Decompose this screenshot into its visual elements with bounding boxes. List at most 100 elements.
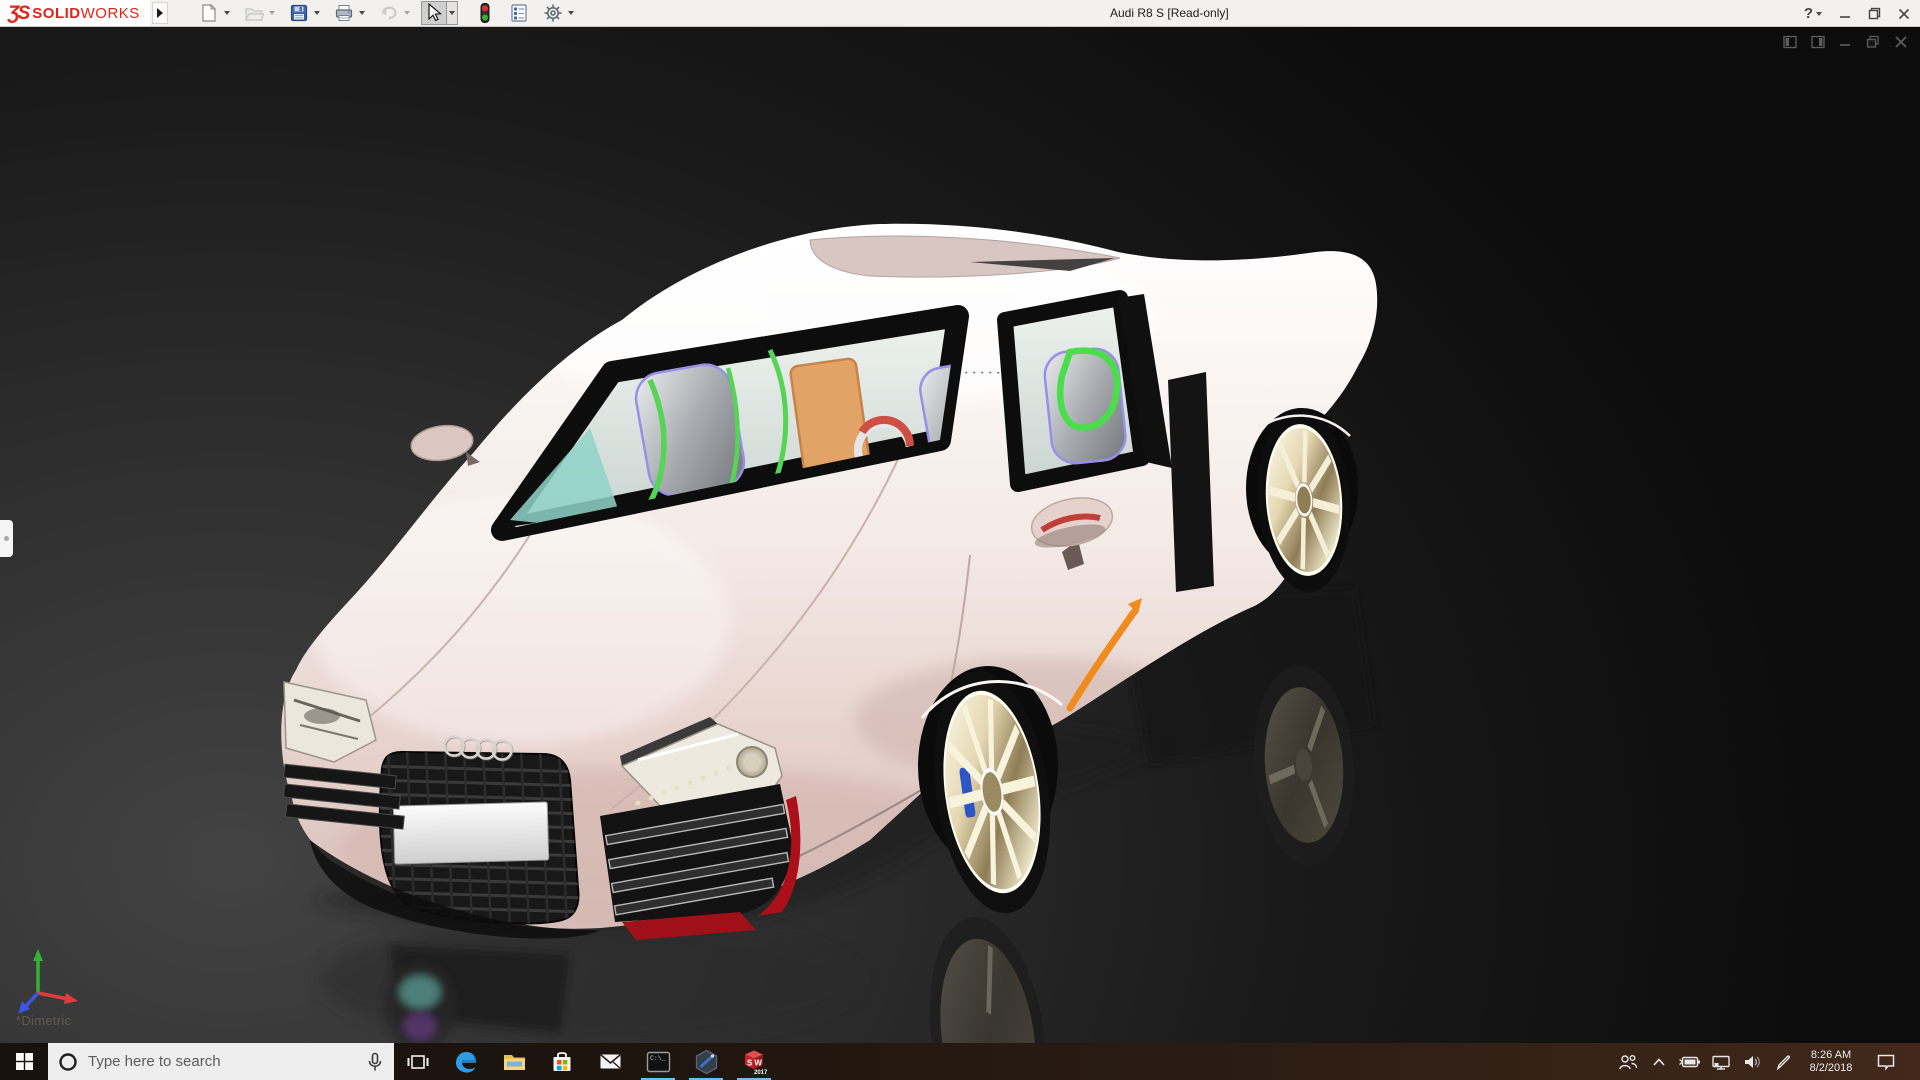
search-placeholder: Type here to search — [88, 1053, 356, 1070]
solidworks-logo-mark: ƷS — [8, 4, 28, 23]
svg-text:2017: 2017 — [754, 1070, 767, 1075]
task-view-icon — [407, 1051, 429, 1073]
print-button[interactable] — [331, 1, 357, 25]
desktop: { "window": { "title": "Audi R8 S [Read-… — [0, 0, 1920, 1080]
minimize-button[interactable] — [1839, 8, 1851, 20]
taskbar-app-mail[interactable] — [586, 1043, 634, 1080]
pane-toggle-right-button[interactable] — [1811, 35, 1826, 49]
triad-x-axis — [64, 993, 78, 1004]
volume-button[interactable] — [1736, 1043, 1767, 1080]
restore-icon — [1868, 7, 1881, 20]
undo-icon — [379, 3, 399, 23]
minimize-icon — [1839, 8, 1851, 20]
graphics-viewport[interactable]: *Dimetric — [0, 27, 1920, 1043]
battery-icon — [1679, 1055, 1701, 1069]
doc-minimize-button[interactable] — [1839, 35, 1853, 49]
svg-text:SW: SW — [747, 1059, 764, 1068]
pen-button[interactable] — [1767, 1043, 1798, 1080]
taskbar-clock[interactable]: 8:26 AM 8/2/2018 — [1798, 1048, 1864, 1075]
taskbar-app-edge[interactable] — [442, 1043, 490, 1080]
action-center-icon — [1876, 1053, 1896, 1071]
orientation-triad — [16, 945, 88, 1017]
close-icon — [1898, 8, 1910, 20]
tray-overflow-button[interactable] — [1643, 1043, 1674, 1080]
windows-logo-icon — [16, 1053, 33, 1070]
feature-manager-collapsed-tab[interactable] — [0, 520, 13, 557]
pen-icon — [1774, 1053, 1792, 1071]
start-button[interactable] — [0, 1043, 48, 1080]
save-button[interactable] — [286, 1, 312, 25]
open-dropdown[interactable] — [267, 1, 278, 25]
mail-icon — [598, 1049, 623, 1074]
help-dropdown-icon — [1816, 12, 1822, 16]
microphone-icon[interactable] — [366, 1052, 384, 1072]
volume-icon — [1743, 1054, 1761, 1070]
doc-restore-button[interactable] — [1866, 35, 1881, 49]
svg-text:C:\_: C:\_ — [650, 1055, 666, 1062]
network-button[interactable] — [1705, 1043, 1736, 1080]
car-render — [270, 200, 1390, 1080]
file-properties-button[interactable] — [506, 1, 532, 25]
chevron-up-icon — [1652, 1057, 1666, 1067]
cortana-icon — [58, 1052, 78, 1072]
print-dropdown[interactable] — [357, 1, 368, 25]
clock-time: 8:26 AM — [1798, 1049, 1864, 1062]
rebuild-traffic-light-icon — [478, 2, 492, 24]
quick-access-toolbar — [196, 1, 583, 25]
flyout-arrow-icon — [157, 8, 163, 18]
view-orientation-label: *Dimetric — [16, 1013, 71, 1028]
doc-close-button[interactable] — [1894, 35, 1908, 49]
help-button[interactable]: ? — [1804, 5, 1822, 22]
command-prompt-icon: C:\_ — [646, 1050, 671, 1074]
open-folder-icon — [244, 3, 264, 23]
open-button[interactable] — [241, 1, 267, 25]
battery-button[interactable] — [1674, 1043, 1705, 1080]
taskbar-app-solidworks[interactable]: SW 2017 — [730, 1043, 778, 1080]
people-button[interactable] — [1612, 1043, 1643, 1080]
edge-icon — [453, 1049, 479, 1075]
taskbar-search-box[interactable]: Type here to search — [48, 1043, 394, 1080]
network-icon — [1711, 1054, 1731, 1070]
edrawings-icon — [694, 1049, 719, 1075]
select-tool-button[interactable] — [421, 1, 447, 25]
file-explorer-icon — [502, 1049, 527, 1074]
restore-button[interactable] — [1868, 7, 1881, 20]
window-controls: ? — [1804, 0, 1910, 27]
solidworks-logo: ƷS SOLIDWORKS — [0, 0, 150, 26]
close-button[interactable] — [1898, 8, 1910, 20]
solidworks-logo-text: SOLIDWORKS — [32, 5, 140, 22]
new-document-button[interactable] — [196, 1, 222, 25]
undo-dropdown[interactable] — [402, 1, 413, 25]
license-plate — [393, 802, 548, 864]
clock-date: 8/2/2018 — [1798, 1062, 1864, 1075]
solidworks-2017-icon: SW 2017 — [741, 1048, 767, 1075]
save-dropdown[interactable] — [312, 1, 323, 25]
taskbar-app-store[interactable] — [538, 1043, 586, 1080]
system-tray: 8:26 AM 8/2/2018 — [1612, 1043, 1920, 1080]
titlebar: ƷS SOLIDWORKS — [0, 0, 1920, 27]
toolbar-flyout-button[interactable] — [152, 2, 168, 24]
options-dropdown[interactable] — [566, 1, 577, 25]
microsoft-store-icon — [550, 1050, 574, 1074]
model-audi-r8[interactable] — [270, 200, 1390, 1080]
side-mirror-far — [409, 422, 480, 466]
rebuild-button[interactable] — [472, 1, 498, 25]
select-tool-dropdown[interactable] — [447, 1, 458, 25]
window-title: Audi R8 S [Read-only] — [1110, 6, 1229, 20]
file-properties-icon — [509, 3, 529, 23]
taskbar-app-edrawings[interactable] — [682, 1043, 730, 1080]
pane-toggle-left-button[interactable] — [1783, 35, 1798, 49]
save-floppy-icon — [289, 3, 309, 23]
action-center-button[interactable] — [1864, 1043, 1908, 1080]
side-blade — [1168, 372, 1214, 592]
undo-button[interactable] — [376, 1, 402, 25]
print-icon — [334, 3, 354, 23]
taskbar-app-file-explorer[interactable] — [490, 1043, 538, 1080]
task-view-button[interactable] — [394, 1043, 442, 1080]
taskbar-app-command-prompt[interactable]: C:\_ — [634, 1043, 682, 1080]
options-button[interactable] — [540, 1, 566, 25]
triad-y-axis — [33, 949, 43, 961]
new-document-dropdown[interactable] — [222, 1, 233, 25]
taskbar-empty-area — [778, 1043, 1612, 1080]
select-cursor-icon — [425, 3, 443, 23]
